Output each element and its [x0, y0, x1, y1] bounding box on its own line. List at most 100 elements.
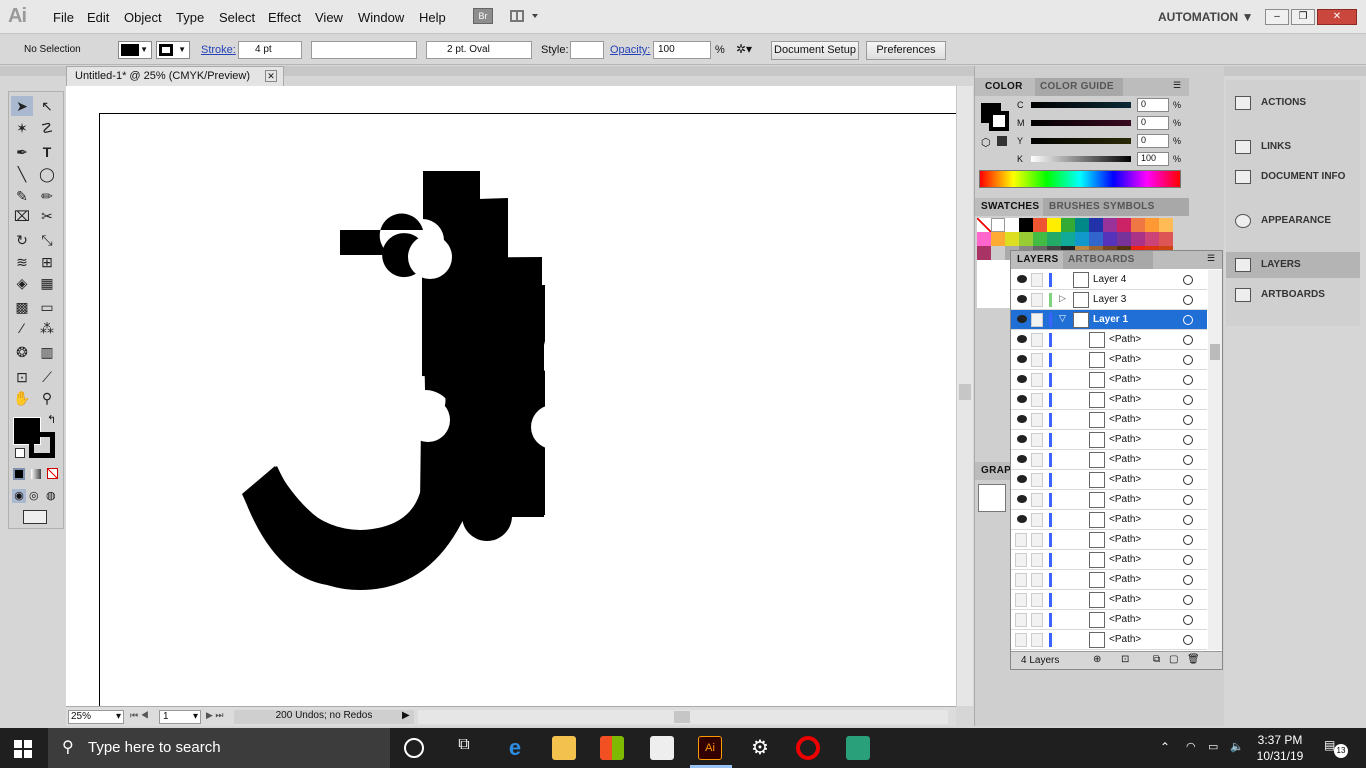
layer-name[interactable]: <Path>	[1109, 454, 1141, 465]
volume-icon[interactable]: 🔈	[1230, 740, 1244, 753]
layer-name[interactable]: <Path>	[1109, 614, 1141, 625]
show-hidden-icons-icon[interactable]: ⌃	[1160, 740, 1170, 754]
dock-actions[interactable]: ACTIONS	[1226, 90, 1360, 116]
y-input[interactable]: 0	[1137, 134, 1169, 148]
target-icon[interactable]	[1183, 475, 1193, 485]
target-icon[interactable]	[1183, 295, 1193, 305]
stroke-color-dropdown[interactable]: ▼	[156, 41, 190, 59]
layer-row[interactable]: Layer 4	[1011, 270, 1207, 290]
visibility-eye-icon[interactable]	[1017, 475, 1027, 483]
lock-toggle[interactable]	[1031, 373, 1043, 387]
scissors-tool-icon[interactable]: ✂	[36, 206, 58, 226]
visibility-toggle[interactable]	[1015, 553, 1027, 567]
slice-tool-icon[interactable]: ⟋	[36, 367, 58, 387]
gradient-mode-icon[interactable]	[31, 469, 41, 479]
layer-name[interactable]: <Path>	[1109, 394, 1141, 405]
edge-icon[interactable]: e	[503, 736, 527, 760]
layer-row[interactable]: ▽ Layer 1	[1011, 310, 1207, 330]
visibility-eye-icon[interactable]	[1017, 495, 1027, 503]
layer-name[interactable]: <Path>	[1109, 574, 1141, 585]
cortana-icon[interactable]	[404, 738, 424, 758]
line-tool-icon[interactable]: ╲	[11, 164, 33, 184]
layer-name[interactable]: <Path>	[1109, 554, 1141, 565]
rotate-tool-icon[interactable]: ↻	[11, 230, 33, 250]
lock-toggle[interactable]	[1031, 493, 1043, 507]
screen-mode-icon[interactable]	[23, 510, 47, 524]
hand-tool-icon[interactable]: ✋	[11, 388, 33, 408]
preferences-button[interactable]: Preferences	[866, 41, 946, 60]
perspective-grid-tool-icon[interactable]: ▦	[36, 273, 58, 293]
visibility-toggle[interactable]	[1015, 533, 1027, 547]
stroke-swatch[interactable]	[29, 432, 55, 458]
target-icon[interactable]	[1183, 275, 1193, 285]
lock-toggle[interactable]	[1031, 573, 1043, 587]
m-slider[interactable]	[1031, 120, 1131, 126]
layer-name[interactable]: <Path>	[1109, 634, 1141, 645]
horizontal-scrollbar[interactable]	[418, 710, 948, 724]
variable-width-dropdown[interactable]	[311, 41, 417, 59]
layer-name[interactable]: <Path>	[1109, 534, 1141, 545]
layer-path-row[interactable]: <Path>	[1011, 510, 1207, 530]
layer-path-row[interactable]: <Path>	[1011, 570, 1207, 590]
taskbar-search[interactable]: ⚲ Type here to search	[48, 728, 390, 768]
tab-symbols[interactable]: SYMBOLS	[1103, 201, 1155, 212]
visibility-eye-icon[interactable]	[1017, 455, 1027, 463]
symbol-sprayer-tool-icon[interactable]: ❂	[11, 342, 33, 362]
close-tab-icon[interactable]: ✕	[265, 70, 277, 82]
layer-path-row[interactable]: <Path>	[1011, 330, 1207, 350]
blend-tool-icon[interactable]: ⁂	[36, 318, 58, 338]
layer-path-row[interactable]: <Path>	[1011, 430, 1207, 450]
k-slider[interactable]	[1031, 156, 1131, 162]
draw-inside-icon[interactable]: ◍	[46, 489, 56, 502]
dock-document-info[interactable]: DOCUMENT INFO	[1226, 164, 1360, 190]
lock-toggle[interactable]	[1031, 473, 1043, 487]
color-spectrum[interactable]	[979, 170, 1181, 188]
layer-name[interactable]: <Path>	[1109, 354, 1141, 365]
lasso-tool-icon[interactable]: ☡	[36, 118, 58, 138]
tab-color[interactable]: COLOR	[985, 81, 1023, 92]
menu-help[interactable]: Help	[419, 10, 446, 25]
target-icon[interactable]	[1183, 415, 1193, 425]
dock-appearance[interactable]: APPEARANCE	[1226, 208, 1360, 234]
menu-object[interactable]: Object	[124, 10, 162, 25]
target-icon[interactable]	[1183, 575, 1193, 585]
layer-path-row[interactable]: <Path>	[1011, 370, 1207, 390]
visibility-toggle[interactable]	[1015, 573, 1027, 587]
opacity-input[interactable]: 100	[653, 41, 711, 59]
locate-object-icon[interactable]: ⊕	[1093, 654, 1101, 665]
layer-name[interactable]: <Path>	[1109, 414, 1141, 425]
menu-select[interactable]: Select	[219, 10, 255, 25]
tab-graphic-styles[interactable]: GRAP	[981, 465, 1011, 476]
layer-name[interactable]: Layer 3	[1093, 294, 1126, 305]
visibility-eye-icon[interactable]	[1017, 435, 1027, 443]
graph-tool-icon[interactable]: ▥	[36, 342, 58, 362]
visibility-eye-icon[interactable]	[1017, 295, 1027, 303]
lock-toggle[interactable]	[1031, 333, 1043, 347]
lock-toggle[interactable]	[1031, 293, 1043, 307]
selection-tool-icon[interactable]: ➤	[11, 96, 33, 116]
layer-name[interactable]: <Path>	[1109, 334, 1141, 345]
shape-builder-tool-icon[interactable]: ◈	[11, 273, 33, 293]
draw-behind-icon[interactable]: ◎	[29, 489, 39, 502]
collapsed-chevron-icon[interactable]: ▷	[1059, 293, 1066, 304]
visibility-eye-icon[interactable]	[1017, 395, 1027, 403]
vertical-scrollbar[interactable]	[956, 86, 973, 706]
zoom-dropdown[interactable]: 25% ▾	[68, 710, 124, 724]
new-sublayer-icon[interactable]: ⧉	[1153, 654, 1160, 665]
zoom-tool-icon[interactable]: ⚲	[36, 388, 58, 408]
target-icon[interactable]	[1183, 595, 1193, 605]
default-colors-icon[interactable]	[15, 448, 25, 458]
draw-normal-icon[interactable]: ◉	[12, 489, 26, 503]
visibility-eye-icon[interactable]	[1017, 355, 1027, 363]
close-button[interactable]: ✕	[1317, 9, 1357, 25]
lock-toggle[interactable]	[1031, 593, 1043, 607]
target-icon[interactable]	[1183, 635, 1193, 645]
tab-swatches[interactable]: SWATCHES	[981, 201, 1039, 212]
layers-scrollbar[interactable]	[1208, 270, 1222, 650]
battery-icon[interactable]: ▭	[1208, 740, 1218, 753]
layer-path-row[interactable]: <Path>	[1011, 550, 1207, 570]
lock-toggle[interactable]	[1031, 353, 1043, 367]
ellipse-tool-icon[interactable]: ◯	[36, 164, 58, 184]
layer-name[interactable]: <Path>	[1109, 494, 1141, 505]
target-icon[interactable]	[1183, 495, 1193, 505]
